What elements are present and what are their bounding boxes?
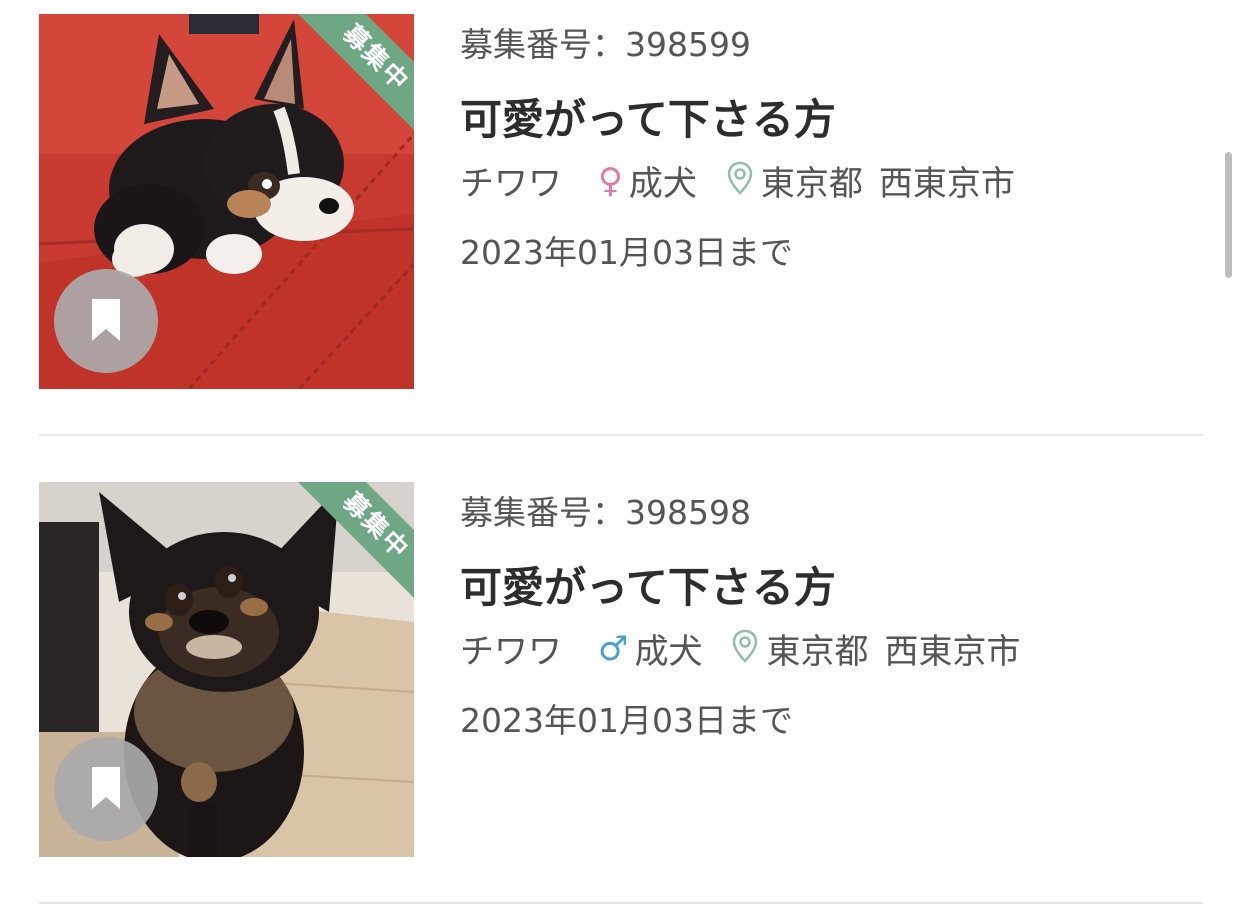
breed-label: チワワ	[460, 164, 562, 204]
bookmark-icon	[92, 299, 120, 341]
female-icon: ♀	[598, 160, 623, 201]
status-badge: 募集中	[288, 14, 414, 146]
male-icon: ♂	[598, 628, 629, 669]
bookmark-icon	[92, 767, 120, 809]
divider	[39, 434, 1203, 436]
listing-title[interactable]: 可愛がって下さる方	[460, 86, 836, 147]
deadline-label: 2023年01月03日まで	[460, 233, 793, 272]
city-label: 西東京市	[884, 632, 1021, 672]
status-badge: 募集中	[288, 482, 414, 614]
city-label: 西東京市	[878, 164, 1015, 204]
listing-meta: チワワ ♂ 成犬 東京都 西東京市	[460, 624, 1020, 673]
listing-list: 募集中 募集番号：398599 可愛がって下さる方 チワワ ♀ 成犬 東京都 西…	[0, 0, 1242, 906]
scrollbar-thumb[interactable]	[1225, 152, 1232, 278]
listing-card[interactable]: 募集中 募集番号：398599 可愛がって下さる方 チワワ ♀ 成犬 東京都 西…	[39, 14, 1203, 389]
listing-photo[interactable]: 募集中	[39, 14, 414, 389]
listing-photo[interactable]: 募集中	[39, 482, 414, 857]
bookmark-button[interactable]	[54, 737, 158, 841]
post-id: 募集番号：398599	[460, 25, 751, 64]
deadline-label: 2023年01月03日まで	[460, 701, 793, 740]
divider	[39, 902, 1203, 904]
listing-title[interactable]: 可愛がって下さる方	[460, 554, 836, 615]
location-pin-icon	[727, 161, 753, 204]
listing-meta: チワワ ♀ 成犬 東京都 西東京市	[460, 156, 1015, 205]
status-ribbon: 募集中	[280, 14, 414, 148]
age-label: 成犬	[634, 632, 703, 672]
status-ribbon: 募集中	[280, 482, 414, 616]
breed-label: チワワ	[460, 632, 562, 672]
post-id: 募集番号：398598	[460, 493, 751, 532]
age-label: 成犬	[628, 164, 697, 204]
bookmark-button[interactable]	[54, 269, 158, 373]
location-pin-icon	[732, 629, 758, 672]
listing-card[interactable]: 募集中 募集番号：398598 可愛がって下さる方 チワワ ♂ 成犬 東京都 西…	[39, 482, 1203, 857]
prefecture-label: 東京都	[766, 632, 869, 672]
prefecture-label: 東京都	[760, 164, 863, 204]
